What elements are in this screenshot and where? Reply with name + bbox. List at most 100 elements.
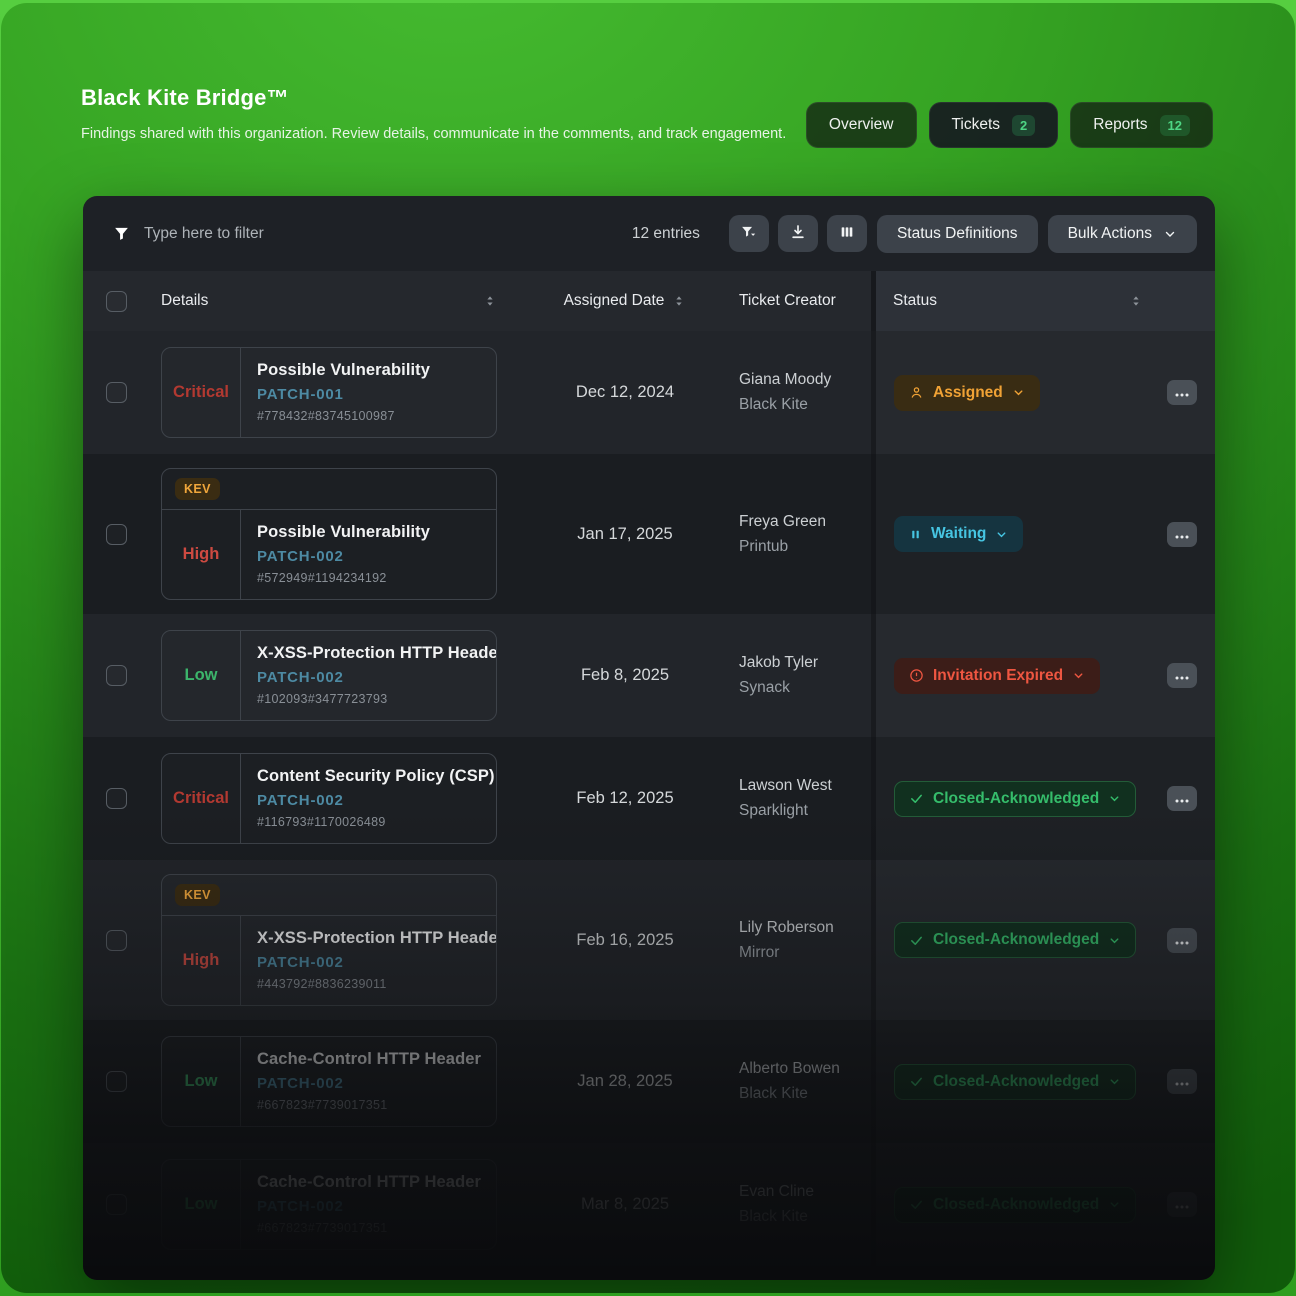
filter-advanced-button[interactable]	[729, 215, 769, 252]
chevron-down-icon	[995, 528, 1008, 541]
row-actions-button[interactable]	[1167, 1192, 1197, 1217]
row-checkbox[interactable]	[106, 1071, 127, 1092]
creator-organization: Printub	[739, 538, 871, 556]
creator-organization: Sparklight	[739, 802, 871, 820]
chevron-down-icon	[1108, 792, 1121, 805]
finding-card[interactable]: LowX-XSS-Protection HTTP HeaderPATCH-002…	[161, 630, 497, 721]
table-header-row: Details Assigned Date Ticket Creator Sta…	[83, 271, 1215, 331]
status-dropdown[interactable]: Closed-Acknowledged	[894, 1064, 1136, 1100]
row-actions-button[interactable]	[1167, 522, 1197, 547]
bulk-actions-button[interactable]: Bulk Actions	[1048, 215, 1197, 253]
finding-patch-id: PATCH-002	[257, 548, 430, 565]
finding-card[interactable]: CriticalPossible VulnerabilityPATCH-001#…	[161, 347, 497, 438]
tab-tickets[interactable]: Tickets 2	[929, 102, 1059, 148]
pause-icon	[909, 528, 922, 541]
select-all-checkbox[interactable]	[106, 291, 127, 312]
tab-label: Overview	[829, 116, 894, 134]
alert-circle-icon	[909, 668, 924, 683]
finding-card[interactable]: LowCache-Control HTTP HeaderPATCH-002#66…	[161, 1159, 497, 1250]
severity-label: Low	[162, 1160, 241, 1249]
tab-overview[interactable]: Overview	[806, 102, 917, 148]
sort-icon[interactable]	[1129, 294, 1143, 308]
ticket-creator: Lily RobersonMirror	[739, 919, 871, 962]
assigned-date: Jan 17, 2025	[511, 525, 739, 544]
ellipsis-icon	[1175, 1197, 1189, 1212]
finding-patch-id: PATCH-002	[257, 1198, 481, 1215]
assigned-date: Feb 12, 2025	[511, 789, 739, 808]
assigned-date: Feb 8, 2025	[511, 666, 739, 685]
tab-reports[interactable]: Reports 12	[1070, 102, 1213, 148]
finding-hash: #102093#3477723793	[257, 692, 497, 706]
ellipsis-icon	[1175, 668, 1189, 683]
finding-hash: #667823#7739017351	[257, 1098, 481, 1112]
sort-icon[interactable]	[672, 294, 686, 308]
ticket-creator: Lawson West Sparklight	[739, 777, 871, 820]
row-checkbox[interactable]	[106, 382, 127, 403]
severity-label: Critical	[162, 754, 241, 843]
tab-label: Reports	[1093, 116, 1147, 134]
finding-patch-id: PATCH-002	[257, 1075, 481, 1092]
finding-card[interactable]: LowCache-Control HTTP HeaderPATCH-002#66…	[161, 1036, 497, 1127]
finding-title: Possible Vulnerability	[257, 523, 430, 542]
view-tabs: Overview Tickets 2 Reports 12	[806, 102, 1213, 148]
row-actions-button[interactable]	[1167, 663, 1197, 688]
status-label: Closed-Acknowledged	[933, 931, 1099, 949]
status-definitions-button[interactable]: Status Definitions	[877, 215, 1038, 253]
download-button[interactable]	[778, 215, 818, 252]
status-dropdown[interactable]: Waiting	[894, 516, 1023, 552]
creator-name: Lawson West	[739, 777, 871, 795]
status-dropdown[interactable]: Closed-Acknowledged	[894, 781, 1136, 817]
row-actions-button[interactable]	[1167, 786, 1197, 811]
status-dropdown[interactable]: Assigned	[894, 375, 1040, 411]
row-checkbox[interactable]	[106, 788, 127, 809]
severity-label: Critical	[162, 348, 241, 437]
status-cell: Waiting	[871, 454, 1215, 614]
finding-card[interactable]: KEVHighX-XSS-Protection HTTP HeaderPATCH…	[161, 874, 497, 1006]
ticket-creator: Jakob TylerSynack	[739, 654, 871, 697]
table-row: KEVHighX-XSS-Protection HTTP HeaderPATCH…	[83, 860, 1215, 1020]
row-actions-button[interactable]	[1167, 1069, 1197, 1094]
creator-name: Lily Roberson	[739, 919, 871, 937]
finding-card[interactable]: KEVHighPossible VulnerabilityPATCH-002#5…	[161, 468, 497, 600]
row-actions-button[interactable]	[1167, 380, 1197, 405]
chevron-down-icon	[1108, 934, 1121, 947]
table-body: CriticalPossible VulnerabilityPATCH-001#…	[83, 331, 1215, 1266]
table-row: LowCache-Control HTTP HeaderPATCH-002#66…	[83, 1020, 1215, 1143]
columns-button[interactable]	[827, 215, 867, 252]
page-subtitle: Findings shared with this organization. …	[81, 124, 826, 146]
status-cell: Invitation Expired	[871, 614, 1215, 737]
status-dropdown[interactable]: Closed-Acknowledged	[894, 1187, 1136, 1223]
status-cell: Closed-Acknowledged	[871, 1143, 1215, 1266]
row-actions-button[interactable]	[1167, 928, 1197, 953]
severity-label: High	[162, 916, 241, 1005]
status-cell: Closed-Acknowledged	[871, 860, 1215, 1020]
row-checkbox[interactable]	[106, 1194, 127, 1215]
chevron-down-icon	[1072, 669, 1085, 682]
chevron-down-icon	[1108, 1198, 1121, 1211]
assigned-date: Mar 8, 2025	[511, 1195, 739, 1214]
status-dropdown[interactable]: Invitation Expired	[894, 658, 1100, 694]
kev-badge: KEV	[175, 478, 220, 500]
table-toolbar: 12 entries Status Definitions Bulk	[83, 196, 1215, 271]
check-icon	[909, 1197, 924, 1212]
finding-hash: #667823#7739017351	[257, 1221, 481, 1235]
download-icon	[789, 223, 807, 244]
filter-input[interactable]	[144, 225, 632, 243]
status-dropdown[interactable]: Closed-Acknowledged	[894, 922, 1136, 958]
check-icon	[909, 933, 924, 948]
entries-count: 12 entries	[632, 225, 700, 243]
finding-title: Possible Vulnerability	[257, 361, 430, 380]
creator-name: Freya Green	[739, 513, 871, 531]
severity-label: High	[162, 510, 241, 599]
status-label: Closed-Acknowledged	[933, 1196, 1099, 1214]
finding-card[interactable]: CriticalContent Security Policy (CSP)PAT…	[161, 753, 497, 844]
row-checkbox[interactable]	[106, 665, 127, 686]
check-icon	[909, 1074, 924, 1089]
column-header-assigned-date: Assigned Date	[564, 292, 665, 310]
row-checkbox[interactable]	[106, 524, 127, 545]
status-cell: Closed-Acknowledged	[871, 737, 1215, 860]
row-checkbox[interactable]	[106, 930, 127, 951]
status-cell: Closed-Acknowledged	[871, 1020, 1215, 1143]
finding-patch-id: PATCH-002	[257, 792, 495, 809]
sort-icon[interactable]	[483, 294, 497, 308]
